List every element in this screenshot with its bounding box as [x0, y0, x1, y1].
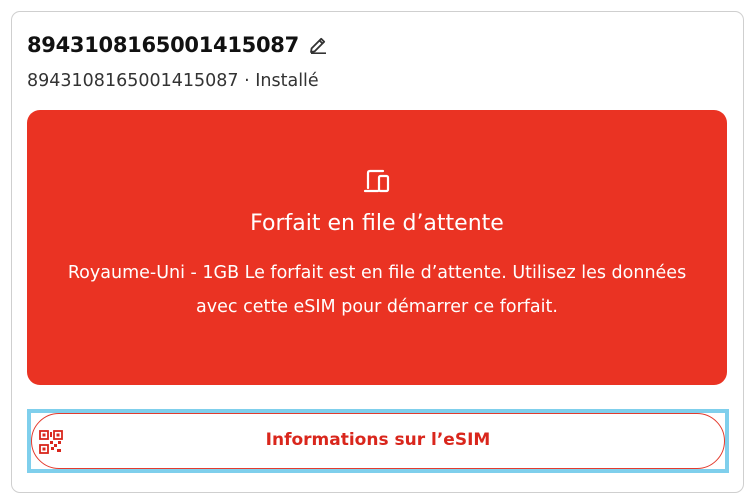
pencil-icon[interactable] — [307, 34, 329, 56]
devices-icon — [361, 168, 393, 196]
banner-heading: Forfait en file d’attente — [250, 211, 504, 236]
title-row: 8943108165001415087 — [27, 33, 329, 57]
queued-plan-banner: Forfait en file d’attente Royaume-Uni - … — [27, 110, 727, 385]
esim-info-button[interactable]: Informations sur l’eSIM — [27, 409, 729, 473]
banner-body: Royaume-Uni - 1GB Le forfait est en file… — [67, 263, 687, 317]
esim-card: 8943108165001415087 8943108165001415087 … — [11, 11, 744, 493]
esim-button-label: Informations sur l’eSIM — [265, 430, 491, 450]
sim-subtitle: 8943108165001415087 · Installé — [27, 71, 319, 91]
sim-title: 8943108165001415087 — [27, 33, 299, 57]
